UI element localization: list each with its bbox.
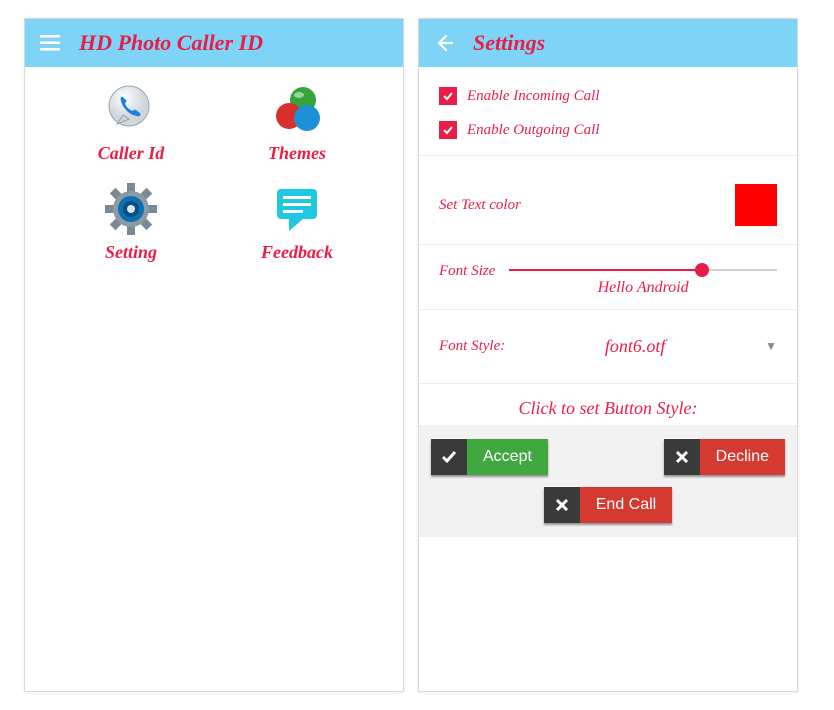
- home-grid: Caller Id Themes: [25, 67, 403, 277]
- home-appbar: HD Photo Caller ID: [25, 19, 403, 67]
- home-item-themes[interactable]: Themes: [219, 81, 375, 164]
- close-icon: [664, 439, 700, 475]
- chevron-down-icon[interactable]: ▼: [765, 339, 777, 354]
- home-screen: HD Photo Caller ID Caller Id: [24, 18, 404, 692]
- font-style-value: font6.otf: [515, 336, 755, 357]
- phone-bubble-icon: [102, 81, 160, 139]
- button-style-panel: Accept Decline End Call: [419, 425, 797, 537]
- font-preview-text: Hello Android: [598, 279, 689, 297]
- divider: [419, 309, 797, 310]
- home-label: Caller Id: [98, 143, 165, 164]
- home-item-callerid[interactable]: Caller Id: [53, 81, 209, 164]
- home-item-feedback[interactable]: Feedback: [219, 180, 375, 263]
- divider: [419, 383, 797, 384]
- text-color-row[interactable]: Set Text color: [419, 164, 797, 236]
- color-swatch[interactable]: [735, 184, 777, 226]
- home-label: Feedback: [261, 242, 333, 263]
- font-style-row[interactable]: Font Style: font6.otf ▼: [419, 318, 797, 375]
- settings-title: Settings: [473, 30, 545, 56]
- color-circles-icon: [268, 81, 326, 139]
- font-size-row: Font Size Hello Android: [419, 253, 797, 301]
- chat-icon: [268, 180, 326, 238]
- font-style-label: Font Style:: [439, 338, 505, 355]
- enable-incoming-label: Enable Incoming Call: [467, 88, 599, 105]
- app-title: HD Photo Caller ID: [79, 30, 263, 56]
- accept-button[interactable]: Accept: [431, 439, 548, 475]
- text-color-label: Set Text color: [439, 197, 521, 214]
- font-size-slider[interactable]: [509, 263, 777, 277]
- end-call-button[interactable]: End Call: [544, 487, 672, 523]
- divider: [419, 244, 797, 245]
- settings-screen: Settings Enable Incoming Call Enable Out…: [418, 18, 798, 692]
- font-size-label: Font Size: [439, 263, 495, 280]
- decline-label: Decline: [700, 439, 785, 475]
- divider: [419, 155, 797, 156]
- accept-label: Accept: [467, 439, 548, 475]
- home-item-setting[interactable]: Setting: [53, 180, 209, 263]
- button-style-header: Click to set Button Style:: [419, 392, 797, 425]
- enable-outgoing-label: Enable Outgoing Call: [467, 122, 600, 139]
- enable-outgoing-row[interactable]: Enable Outgoing Call: [419, 113, 797, 147]
- checkbox-checked-icon[interactable]: [439, 121, 457, 139]
- home-label: Setting: [105, 242, 157, 263]
- end-call-label: End Call: [580, 487, 672, 523]
- enable-incoming-row[interactable]: Enable Incoming Call: [419, 79, 797, 113]
- settings-body: Enable Incoming Call Enable Outgoing Cal…: [419, 67, 797, 691]
- checkbox-checked-icon[interactable]: [439, 87, 457, 105]
- back-arrow-icon[interactable]: [433, 32, 455, 54]
- gear-icon: [102, 180, 160, 238]
- close-icon: [544, 487, 580, 523]
- hamburger-icon[interactable]: [39, 32, 61, 54]
- home-label: Themes: [268, 143, 326, 164]
- check-icon: [431, 439, 467, 475]
- decline-button[interactable]: Decline: [664, 439, 785, 475]
- settings-appbar: Settings: [419, 19, 797, 67]
